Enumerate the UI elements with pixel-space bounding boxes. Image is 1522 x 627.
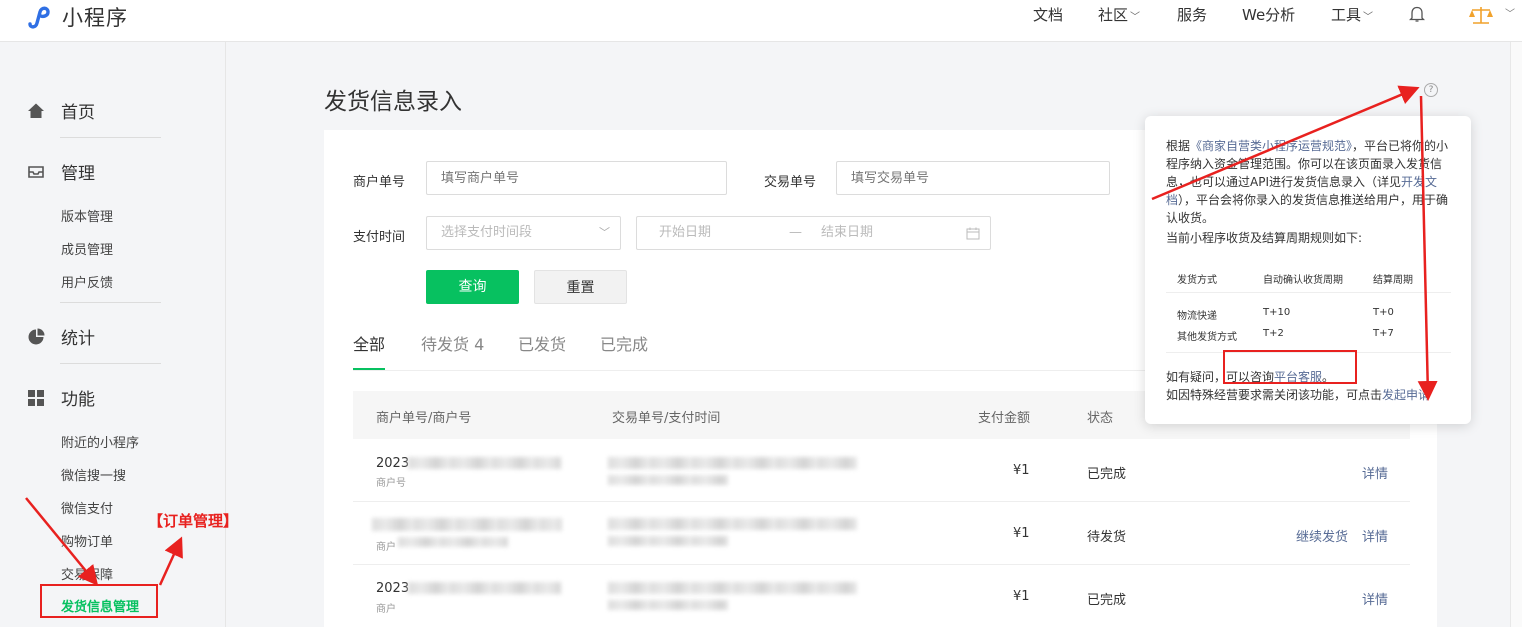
arrow-annotation (1417, 95, 1438, 401)
annotation-arrows (25, 85, 1438, 586)
arrow-annotation (158, 536, 183, 586)
arrow-annotation (1151, 85, 1420, 201)
arrow-annotation (25, 497, 99, 586)
